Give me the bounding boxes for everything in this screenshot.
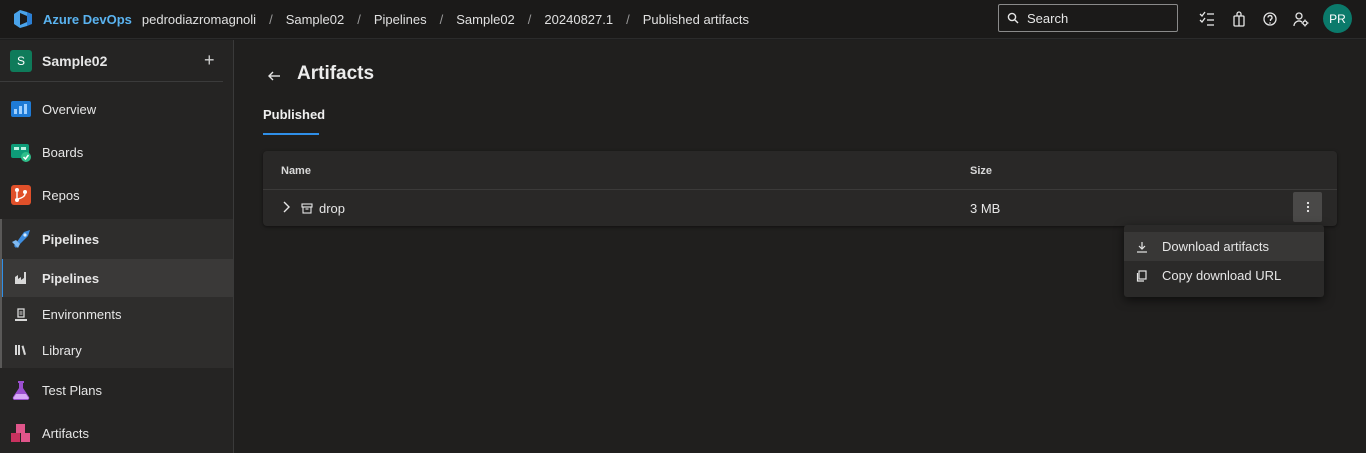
sidebar-item-pipelines[interactable]: Pipelines [0, 259, 233, 297]
breadcrumb-project[interactable]: Sample02 [286, 12, 345, 27]
sidebar-item-library[interactable]: Library [0, 332, 233, 368]
overview-icon [10, 98, 32, 120]
header-divider [263, 189, 1337, 190]
sidebar-item-label: Pipelines [42, 231, 100, 247]
search-box[interactable] [998, 4, 1178, 32]
project-name: Sample02 [42, 52, 108, 69]
shopping-bag-icon[interactable] [1231, 11, 1247, 27]
menu-item-label: Copy download URL [1162, 268, 1282, 283]
main-content: Artifacts Published Name Size drop 3 MB [234, 40, 1366, 453]
search-icon [1007, 12, 1019, 24]
sidebar-item-label: Repos [42, 187, 80, 203]
breadcrumb-organization[interactable]: pedrodiazromagnoli [142, 12, 256, 27]
test-plans-icon [10, 379, 32, 401]
add-icon[interactable]: + [204, 51, 215, 69]
sidebar-item-repos[interactable]: Repos [0, 176, 233, 214]
more-actions-button[interactable] [1293, 192, 1322, 222]
top-bar: Azure DevOps pedrodiazromagnoli / Sample… [0, 0, 1366, 39]
context-menu: Download artifacts Copy download URL [1124, 225, 1324, 297]
breadcrumb-separator: / [527, 11, 532, 27]
breadcrumb-pipeline[interactable]: Sample02 [456, 12, 515, 27]
pipelines-icon [10, 228, 32, 250]
sidebar-item-label: Boards [42, 144, 84, 160]
group-indicator [0, 219, 2, 368]
artifact-box-icon [301, 203, 313, 214]
project-badge: S [10, 49, 32, 72]
sidebar-item-pipelines-group[interactable]: Pipelines [0, 219, 233, 259]
sidebar-item-label: Environments [42, 307, 122, 322]
sidebar-item-boards[interactable]: Boards [0, 133, 233, 171]
sidebar-item-overview[interactable]: Overview [0, 90, 233, 128]
breadcrumb-separator: / [626, 11, 630, 27]
more-vertical-icon [1306, 201, 1309, 213]
search-input[interactable] [1027, 10, 1167, 26]
sidebar-item-label: Test Plans [42, 382, 102, 398]
back-arrow-icon[interactable] [267, 69, 281, 83]
breadcrumb: pedrodiazromagnoli / Sample02 / Pipeline… [142, 12, 749, 27]
breadcrumb-current[interactable]: Published artifacts [643, 12, 749, 27]
page-title: Artifacts [297, 63, 375, 84]
menu-item-copy-download-url[interactable]: Copy download URL [1124, 261, 1324, 290]
sidebar-item-environments[interactable]: Environments [0, 297, 233, 332]
sidebar-item-label: Pipelines [42, 270, 100, 286]
pipelines-sub-icon [10, 267, 32, 289]
library-icon [10, 339, 32, 361]
sidebar: S Sample02 + Overview Boards Repos Pipel… [0, 40, 234, 453]
artifacts-icon [10, 422, 32, 444]
sidebar-item-label: Artifacts [42, 425, 89, 441]
breadcrumb-pipelines[interactable]: Pipelines [374, 12, 427, 27]
menu-item-download-artifacts[interactable]: Download artifacts [1124, 232, 1324, 261]
breadcrumb-separator: / [357, 11, 361, 27]
brand-name[interactable]: Azure DevOps [43, 12, 132, 27]
copy-icon [1136, 269, 1147, 282]
column-header-name[interactable]: Name [281, 165, 311, 177]
boards-icon [10, 141, 32, 163]
sidebar-item-label: Library [42, 342, 82, 358]
breadcrumb-run[interactable]: 20240827.1 [544, 12, 613, 27]
artifact-name[interactable]: drop [319, 201, 345, 216]
breadcrumb-separator: / [269, 11, 273, 27]
artifacts-table: Name Size drop 3 MB [263, 151, 1337, 226]
breadcrumb-separator: / [439, 11, 444, 27]
task-list-icon[interactable] [1199, 11, 1215, 27]
tab-published[interactable]: Published [263, 107, 325, 122]
artifact-size: 3 MB [970, 201, 1001, 216]
chevron-right-icon[interactable] [281, 201, 291, 213]
tab-active-indicator [263, 133, 319, 135]
menu-item-label: Download artifacts [1162, 239, 1269, 254]
sidebar-item-artifacts[interactable]: Artifacts [0, 414, 233, 452]
avatar[interactable]: PR [1323, 4, 1352, 33]
sidebar-item-label: Overview [42, 101, 97, 117]
project-header[interactable]: S Sample02 [0, 40, 223, 82]
column-header-size[interactable]: Size [970, 165, 992, 177]
sidebar-item-test-plans[interactable]: Test Plans [0, 371, 233, 409]
environments-icon [10, 304, 32, 326]
repos-icon [10, 184, 32, 206]
help-icon[interactable] [1262, 11, 1278, 27]
azure-devops-logo-icon[interactable] [12, 8, 34, 30]
user-settings-icon[interactable] [1293, 11, 1309, 27]
download-icon [1137, 241, 1147, 253]
